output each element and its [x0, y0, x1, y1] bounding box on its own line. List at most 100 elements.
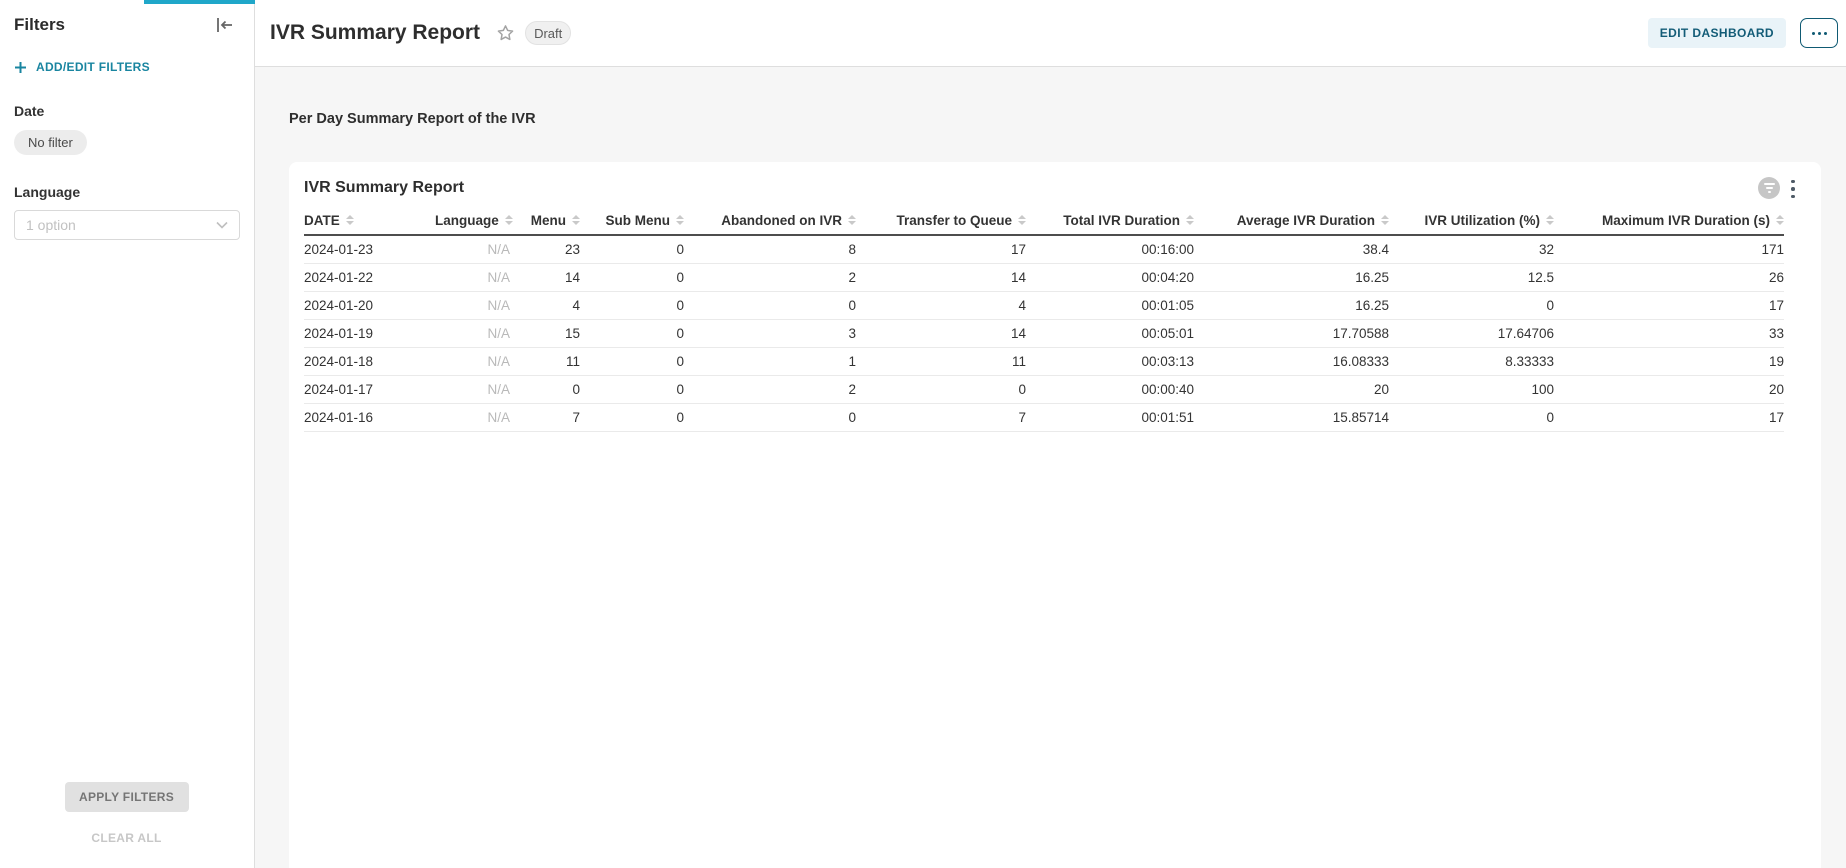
column-header-label: Abandoned on IVR — [721, 213, 842, 228]
table-cell: 4 — [856, 291, 1026, 319]
table-row: 2024-01-16N/A700700:01:5115.85714017 — [304, 403, 1784, 431]
table-cell: 16.25 — [1194, 263, 1389, 291]
sort-icon — [1381, 215, 1389, 225]
column-header-label: Total IVR Duration — [1063, 213, 1180, 228]
sort-icon — [848, 215, 856, 225]
table-cell: 00:04:20 — [1026, 263, 1194, 291]
table-cell: N/A — [435, 347, 510, 375]
table-cell: 23 — [510, 235, 580, 263]
table-cell: 32 — [1389, 235, 1554, 263]
table-cell: 171 — [1554, 235, 1784, 263]
sort-icon — [1546, 215, 1554, 225]
ivr-summary-table: DATE Language Menu Sub Menu Abandoned on IVR… — [304, 207, 1784, 432]
table-cell: 8 — [684, 235, 856, 263]
table-cell: N/A — [435, 235, 510, 263]
table-cell: 0 — [1389, 403, 1554, 431]
status-badge: Draft — [525, 21, 571, 45]
table-header-row: DATE Language Menu Sub Menu Abandoned on IVR… — [304, 207, 1784, 235]
table-cell: 20 — [1194, 375, 1389, 403]
kebab-menu-icon — [1791, 180, 1795, 199]
column-header-language[interactable]: Language — [435, 207, 510, 235]
table-cell: 0 — [580, 235, 684, 263]
table-cell: 00:05:01 — [1026, 319, 1194, 347]
table-cell: 0 — [1389, 291, 1554, 319]
apply-filters-button[interactable]: APPLY FILTERS — [65, 782, 189, 812]
language-filter-select[interactable]: 1 option — [14, 210, 240, 240]
column-header-sub-menu[interactable]: Sub Menu — [580, 207, 684, 235]
table-cell: 3 — [684, 319, 856, 347]
column-header-date[interactable]: DATE — [304, 207, 435, 235]
column-header-label: DATE — [304, 213, 340, 228]
table-row: 2024-01-19N/A15031400:05:0117.7058817.64… — [304, 319, 1784, 347]
table-cell: 7 — [510, 403, 580, 431]
table-cell: 2024-01-18 — [304, 347, 435, 375]
sort-icon — [505, 215, 513, 225]
column-header-label: Menu — [531, 213, 566, 228]
column-header-label: Average IVR Duration — [1237, 213, 1375, 228]
table-cell: 15.85714 — [1194, 403, 1389, 431]
language-filter-label: Language — [14, 184, 240, 200]
table-cell: N/A — [435, 263, 510, 291]
collapse-sidebar-button[interactable] — [214, 14, 236, 36]
column-header-label: Sub Menu — [606, 213, 671, 228]
markdown-text: Per Day Summary Report of the IVR — [289, 111, 536, 127]
sort-icon — [1018, 215, 1026, 225]
column-header-maximum-ivr-duration-s[interactable]: Maximum IVR Duration (s) — [1554, 207, 1784, 235]
column-header-label: Maximum IVR Duration (s) — [1602, 213, 1770, 228]
filters-panel-title: Filters — [14, 15, 65, 35]
plus-icon — [14, 61, 27, 74]
column-header-label: IVR Utilization (%) — [1425, 213, 1541, 228]
table-cell: 12.5 — [1389, 263, 1554, 291]
table-row: 2024-01-20N/A400400:01:0516.25017 — [304, 291, 1784, 319]
table-cell: 0 — [580, 347, 684, 375]
sort-icon — [346, 215, 354, 225]
column-header-abandoned-on-ivr[interactable]: Abandoned on IVR — [684, 207, 856, 235]
table-cell: 2 — [684, 375, 856, 403]
table-cell: 17 — [1554, 403, 1784, 431]
table-cell: 0 — [856, 375, 1026, 403]
table-cell: 100 — [1389, 375, 1554, 403]
column-header-menu[interactable]: Menu — [510, 207, 580, 235]
table-cell: 0 — [684, 403, 856, 431]
table-cell: 1 — [684, 347, 856, 375]
table-cell: 2024-01-23 — [304, 235, 435, 263]
column-header-average-ivr-duration[interactable]: Average IVR Duration — [1194, 207, 1389, 235]
sort-icon — [572, 215, 580, 225]
cross-filter-indicator-button[interactable] — [1758, 177, 1780, 199]
table-cell: N/A — [435, 291, 510, 319]
sort-icon — [1186, 215, 1194, 225]
table-cell: 11 — [856, 347, 1026, 375]
table-cell: 2024-01-17 — [304, 375, 435, 403]
date-filter-label: Date — [14, 103, 240, 119]
star-icon — [495, 23, 516, 43]
date-filter-chip[interactable]: No filter — [14, 130, 87, 155]
chart-menu-button[interactable] — [1785, 176, 1801, 202]
clear-all-button[interactable]: CLEAR ALL — [91, 831, 161, 845]
select-value: 1 option — [26, 217, 76, 233]
column-header-transfer-to-queue[interactable]: Transfer to Queue — [856, 207, 1026, 235]
table-cell: N/A — [435, 375, 510, 403]
table-row: 2024-01-17N/A002000:00:402010020 — [304, 375, 1784, 403]
table-cell: 16.08333 — [1194, 347, 1389, 375]
add-edit-filters-button[interactable]: ADD/EDIT FILTERS — [14, 60, 150, 74]
table-cell: 19 — [1554, 347, 1784, 375]
filter-indicator-icon — [1764, 183, 1775, 193]
favorite-star-button[interactable] — [495, 23, 516, 43]
table-cell: 0 — [580, 375, 684, 403]
dashboard-header: IVR Summary Report Draft EDIT DASHBOARD — [255, 0, 1846, 67]
active-tab-indicator — [144, 0, 255, 4]
column-header-label: Language — [435, 213, 499, 228]
column-header-ivr-utilization[interactable]: IVR Utilization (%) — [1389, 207, 1554, 235]
table-cell: 00:03:13 — [1026, 347, 1194, 375]
collapse-left-icon — [215, 16, 235, 34]
table-cell: 20 — [1554, 375, 1784, 403]
table-cell: N/A — [435, 319, 510, 347]
more-options-button[interactable] — [1800, 18, 1838, 48]
table-cell: 0 — [580, 403, 684, 431]
column-header-total-ivr-duration[interactable]: Total IVR Duration — [1026, 207, 1194, 235]
table-row: 2024-01-18N/A11011100:03:1316.083338.333… — [304, 347, 1784, 375]
table-cell: 0 — [510, 375, 580, 403]
table-cell: 33 — [1554, 319, 1784, 347]
edit-dashboard-button[interactable]: EDIT DASHBOARD — [1648, 18, 1786, 48]
table-cell: 0 — [580, 291, 684, 319]
